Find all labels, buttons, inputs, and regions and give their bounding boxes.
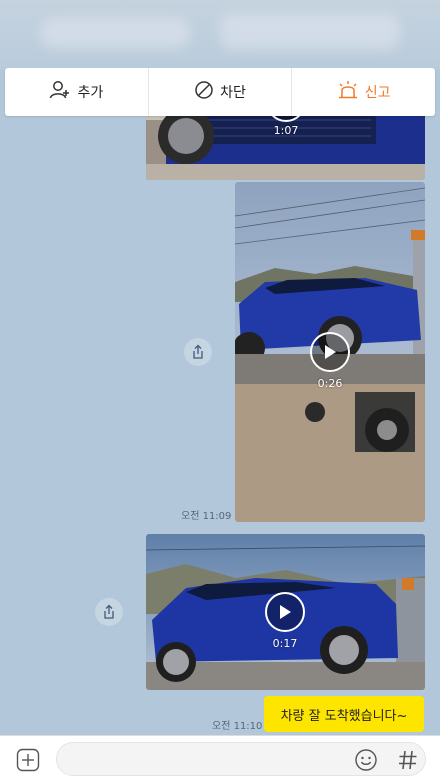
- friend-action-bar: 추가 차단 신고: [5, 68, 435, 116]
- add-friend-label: 추가: [77, 85, 104, 101]
- siren-icon: [337, 80, 359, 104]
- attach-button[interactable]: [14, 746, 42, 774]
- video-duration: 1:07: [273, 124, 299, 137]
- video-thumbnail[interactable]: 0:17: [146, 534, 425, 690]
- report-button[interactable]: 신고: [292, 68, 435, 116]
- video-thumbnail[interactable]: 0:26: [235, 182, 425, 522]
- report-label: 신고: [364, 85, 391, 101]
- video-duration: 0:26: [317, 377, 343, 390]
- play-icon: [280, 605, 291, 619]
- hash-icon: [399, 750, 417, 770]
- message-bubble[interactable]: 차량 잘 도착했습니다~: [264, 696, 424, 732]
- add-friend-button[interactable]: 추가: [5, 68, 149, 116]
- message-input-bar: [0, 735, 440, 782]
- play-button[interactable]: [310, 332, 350, 372]
- blurred-header: [0, 0, 440, 70]
- share-button[interactable]: [95, 598, 123, 626]
- share-icon: [193, 344, 203, 359]
- video-duration: 0:17: [272, 637, 298, 650]
- message-time: 오전 11:10: [212, 721, 263, 732]
- add-friend-icon: [49, 80, 71, 104]
- block-label: 차단: [220, 85, 246, 101]
- emoji-icon: [355, 749, 377, 771]
- block-button[interactable]: 차단: [149, 68, 293, 116]
- message-time: 오전 11:09: [181, 511, 232, 522]
- share-button[interactable]: [184, 338, 212, 366]
- emoji-button[interactable]: [352, 746, 380, 774]
- play-button[interactable]: [265, 592, 305, 632]
- block-icon: [194, 80, 214, 104]
- play-icon: [325, 345, 336, 359]
- plus-icon: [16, 748, 40, 772]
- share-icon: [104, 604, 114, 619]
- hash-button[interactable]: [394, 746, 422, 774]
- message-text: 차량 잘 도착했습니다~: [280, 708, 408, 724]
